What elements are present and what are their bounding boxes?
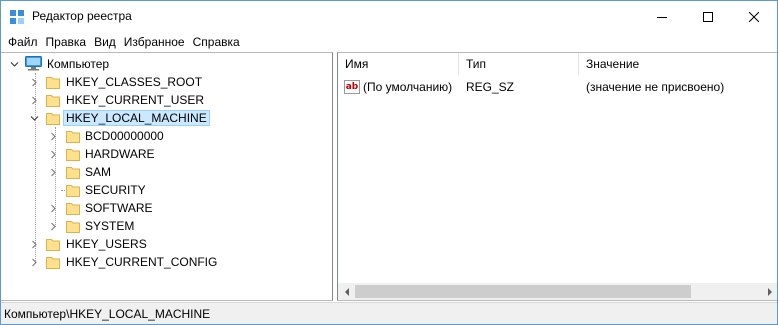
folder-icon xyxy=(46,239,60,251)
tree-item-label-selected: HKEY_LOCAL_MACHINE xyxy=(63,110,210,126)
maximize-button[interactable] xyxy=(685,1,731,32)
tree-item-hkey-current-config[interactable]: HKEY_CURRENT_CONFIG xyxy=(1,253,331,271)
tree-item-label: BCD00000000 xyxy=(85,129,164,143)
status-path: Компьютер\HKEY_LOCAL_MACHINE xyxy=(4,307,211,321)
tree-item-hardware[interactable]: HARDWARE xyxy=(1,145,331,163)
value-type: REG_SZ xyxy=(466,80,515,94)
scroll-left-button[interactable] xyxy=(338,283,355,300)
tree-item-label: SAM xyxy=(85,165,112,179)
value-data: (значение не присвоено) xyxy=(586,80,725,94)
tree-item-label: SECURITY xyxy=(85,183,146,197)
value-row[interactable]: ab (По умолчанию) REG_SZ (значение не пр… xyxy=(338,78,777,96)
tree-item-sam[interactable]: SAM xyxy=(1,163,331,181)
values-list-pane[interactable]: Имя Тип Значение ab (По умолчанию) REG_S… xyxy=(337,52,777,301)
folder-icon xyxy=(66,221,80,233)
tree-item-bcd00000000[interactable]: BCD00000000 xyxy=(1,127,331,145)
close-button[interactable] xyxy=(731,1,777,32)
tree-item-label: HKEY_CURRENT_USER xyxy=(66,93,205,107)
title-bar[interactable]: Редактор реестра xyxy=(1,1,777,32)
horizontal-scrollbar[interactable] xyxy=(338,283,777,300)
tree-item-label: HKEY_CURRENT_CONFIG xyxy=(66,255,218,269)
tree-item-hkey-local-machine[interactable]: HKEY_LOCAL_MACHINE xyxy=(1,109,331,127)
minimize-button[interactable] xyxy=(639,1,685,32)
tree-item-software[interactable]: SOFTWARE xyxy=(1,199,331,217)
column-header-name[interactable]: Имя xyxy=(338,53,459,75)
folder-icon xyxy=(66,203,80,215)
folder-icon xyxy=(46,95,60,107)
tree-item-security[interactable]: SECURITY xyxy=(1,181,331,199)
tree-item-label: SOFTWARE xyxy=(85,201,153,215)
column-header-value[interactable]: Значение xyxy=(579,53,777,75)
expand-chevron-icon[interactable] xyxy=(29,235,39,253)
folder-icon xyxy=(66,185,80,197)
folder-icon xyxy=(66,167,80,179)
menu-help[interactable]: Справка xyxy=(189,32,244,52)
maximize-icon xyxy=(703,11,713,22)
expand-chevron-icon[interactable] xyxy=(48,163,58,181)
scroll-left-arrow-icon xyxy=(344,287,349,296)
expand-chevron-icon[interactable] xyxy=(48,145,58,163)
collapse-chevron-icon[interactable] xyxy=(9,55,19,73)
tree-item-label: SYSTEM xyxy=(85,219,135,233)
expand-chevron-icon[interactable] xyxy=(48,217,58,235)
menu-view[interactable]: Вид xyxy=(90,32,120,52)
expand-chevron-icon[interactable] xyxy=(29,253,39,271)
list-header: Имя Тип Значение xyxy=(338,53,777,75)
expand-chevron-icon[interactable] xyxy=(29,73,39,91)
expand-chevron-icon[interactable] xyxy=(48,199,58,217)
folder-icon xyxy=(66,131,80,143)
registry-editor-window: Редактор реестра Файл Правка Вид Избранн… xyxy=(0,0,778,325)
computer-icon xyxy=(25,56,42,71)
reg-sz-icon: ab xyxy=(344,80,360,94)
minimize-icon xyxy=(657,16,667,18)
expand-chevron-icon[interactable] xyxy=(29,91,39,109)
folder-icon xyxy=(46,257,60,269)
tree-item-label: HARDWARE xyxy=(85,147,155,161)
scroll-right-arrow-icon xyxy=(767,287,772,296)
key-tree-pane[interactable]: Компьютер HKEY_CLASSES_ROOT HKEY_CURRENT… xyxy=(1,52,333,301)
window-title: Редактор реестра xyxy=(32,9,132,23)
regedit-app-icon xyxy=(10,10,24,24)
tree-item-computer[interactable]: Компьютер xyxy=(1,55,331,73)
menu-favorites[interactable]: Избранное xyxy=(120,32,189,52)
expand-chevron-icon[interactable] xyxy=(48,127,58,145)
menu-edit[interactable]: Правка xyxy=(42,32,91,52)
tree-item-hkey-users[interactable]: HKEY_USERS xyxy=(1,235,331,253)
tree-item-label: HKEY_USERS xyxy=(66,237,147,251)
collapse-chevron-icon[interactable] xyxy=(29,109,39,127)
menu-bar: Файл Правка Вид Избранное Справка xyxy=(1,32,777,52)
status-bar: Компьютер\HKEY_LOCAL_MACHINE xyxy=(1,302,777,324)
folder-icon xyxy=(46,77,60,89)
scrollbar-thumb[interactable] xyxy=(355,285,691,298)
tree-item-label: Компьютер xyxy=(47,57,110,71)
column-header-type[interactable]: Тип xyxy=(459,53,579,75)
tree-item-label: HKEY_CLASSES_ROOT xyxy=(66,75,203,89)
tree-item-hkey-current-user[interactable]: HKEY_CURRENT_USER xyxy=(1,91,331,109)
open-folder-icon xyxy=(46,113,60,125)
tree-item-hkey-classes-root[interactable]: HKEY_CLASSES_ROOT xyxy=(1,73,331,91)
scroll-right-button[interactable] xyxy=(761,283,777,300)
close-icon xyxy=(749,11,759,22)
folder-icon xyxy=(66,149,80,161)
menu-file[interactable]: Файл xyxy=(4,32,42,52)
tree-item-system[interactable]: SYSTEM xyxy=(1,217,331,235)
value-name: (По умолчанию) xyxy=(363,80,453,94)
